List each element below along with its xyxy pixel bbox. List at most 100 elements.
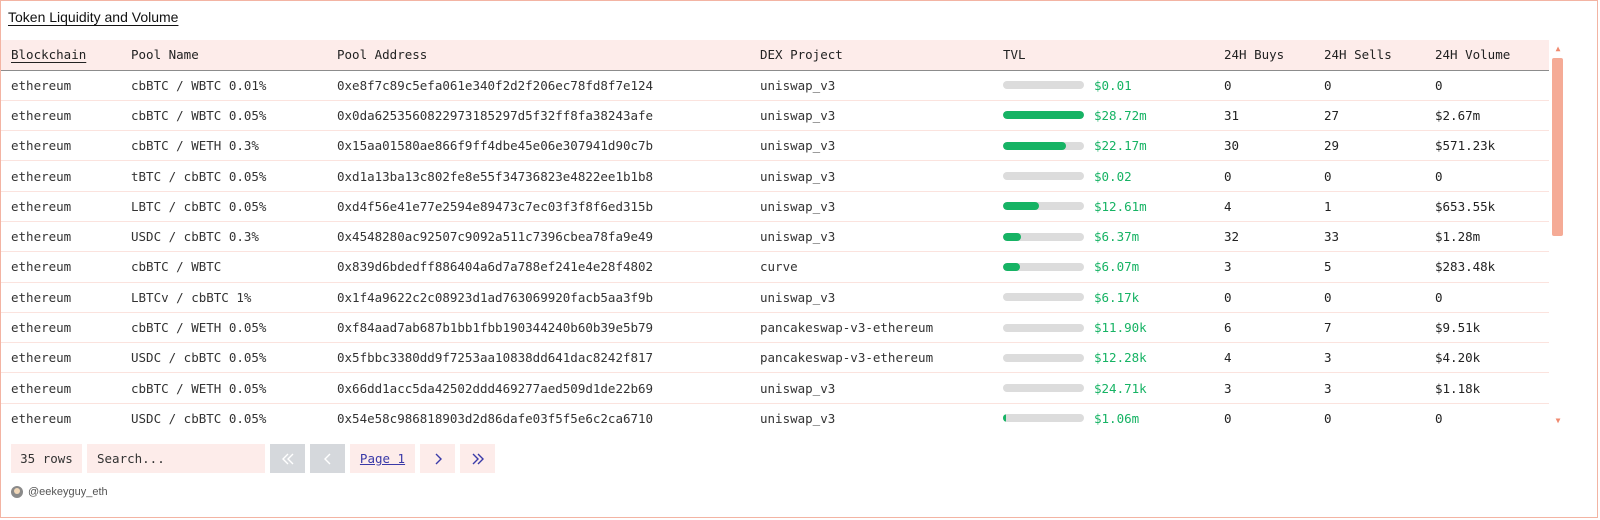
author-handle[interactable]: @eekeyguy_eth [28, 486, 108, 498]
chevron-right-icon [435, 453, 442, 464]
cell-dex-project: pancakeswap-v3-ethereum [750, 342, 993, 374]
column-header-blockchain[interactable]: Blockchain [1, 40, 121, 71]
scrollbar-thumb[interactable] [1552, 58, 1563, 236]
cell-24h-volume: $2.67m [1425, 100, 1549, 132]
cell-tvl: $1.06m [993, 403, 1214, 428]
cell-pool-address: 0xd4f56e41e77e2594e89473c7ec03f3f8f6ed31… [327, 191, 750, 222]
cell-pool-address: 0x4548280ac92507c9092a511c7396cbea78fa9e… [327, 221, 750, 253]
cell-24h-buys: 0 [1214, 70, 1314, 101]
cell-24h-sells: 3 [1314, 372, 1425, 404]
cell-pool-address: 0xf84aad7ab687b1bb1fbb190344240b60b39e5b… [327, 312, 750, 344]
page-indicator[interactable]: Page 1 [350, 444, 415, 473]
last-page-button[interactable] [460, 444, 495, 473]
cell-tvl: $12.61m [993, 191, 1214, 222]
avatar [11, 486, 23, 498]
cell-tvl: $12.28k [993, 342, 1214, 374]
cell-24h-volume: $9.51k [1425, 312, 1549, 344]
tvl-bar [1003, 384, 1084, 393]
cell-blockchain: ethereum [1, 372, 121, 404]
next-page-button[interactable] [420, 444, 455, 473]
cell-pool-name: cbBTC / WETH 0.05% [121, 312, 327, 344]
cell-24h-sells: 0 [1314, 160, 1425, 192]
cell-dex-project: uniswap_v3 [750, 191, 993, 222]
table-row[interactable]: ethereum cbBTC / WETH 0.3% 0x15aa01580ae86… [1, 130, 1549, 162]
cell-24h-buys: 3 [1214, 251, 1314, 283]
footer: @eekeyguy_eth [11, 486, 108, 498]
column-header-pool-address[interactable]: Pool Address [327, 40, 750, 71]
cell-pool-name: cbBTC / WETH 0.3% [121, 130, 327, 162]
cell-pool-address: 0x839d6bdedff886404a6d7a788ef241e4e28f48… [327, 251, 750, 283]
column-header-24h-volume[interactable]: 24H Volume [1425, 40, 1549, 71]
cell-24h-volume: 0 [1425, 403, 1549, 428]
double-chevron-right-icon [472, 453, 484, 464]
cell-dex-project: curve [750, 251, 993, 283]
table-row[interactable]: ethereum cbBTC / WBTC 0.01% 0xe8f7c89c5efa… [1, 70, 1549, 101]
pagination-bar: 35 rows Page 1 [11, 444, 495, 473]
tvl-value: $6.37m [1094, 229, 1140, 245]
cell-dex-project: uniswap_v3 [750, 221, 993, 253]
widget-title: Token Liquidity and Volume [8, 9, 179, 25]
table-row[interactable]: ethereum USDC / cbBTC 0.05% 0x5fbbc3380dd9… [1, 342, 1549, 374]
tvl-bar [1003, 232, 1084, 241]
table-scrollbar[interactable]: ▲ ▼ [1551, 40, 1565, 428]
cell-24h-volume: $1.18k [1425, 372, 1549, 404]
cell-24h-sells: 1 [1314, 191, 1425, 222]
scroll-up-icon[interactable]: ▲ [1551, 44, 1565, 53]
cell-24h-sells: 29 [1314, 130, 1425, 162]
cell-24h-volume: $571.23k [1425, 130, 1549, 162]
column-header-24h-sells[interactable]: 24H Sells [1314, 40, 1425, 71]
cell-pool-name: LBTC / cbBTC 0.05% [121, 191, 327, 222]
first-page-button[interactable] [270, 444, 305, 473]
tvl-value: $6.17k [1094, 289, 1140, 305]
column-header-24h-buys[interactable]: 24H Buys [1214, 40, 1314, 71]
table-row[interactable]: ethereum LBTC / cbBTC 0.05% 0xd4f56e41e77e… [1, 191, 1549, 222]
tvl-bar-fill [1003, 141, 1066, 150]
cell-24h-sells: 33 [1314, 221, 1425, 253]
table-row[interactable]: ethereum cbBTC / WETH 0.05% 0xf84aad7ab687… [1, 312, 1549, 344]
cell-24h-volume: 0 [1425, 160, 1549, 192]
table-row[interactable]: ethereum cbBTC / WBTC 0.05% 0x0da625356082… [1, 100, 1549, 132]
cell-pool-address: 0xe8f7c89c5efa061e340f2d2f206ec78fd8f7e1… [327, 70, 750, 101]
cell-pool-name: USDC / cbBTC 0.05% [121, 403, 327, 428]
cell-blockchain: ethereum [1, 282, 121, 313]
cell-pool-name: USDC / cbBTC 0.3% [121, 221, 327, 253]
search-input[interactable] [87, 444, 265, 473]
cell-dex-project: uniswap_v3 [750, 130, 993, 162]
cell-24h-buys: 4 [1214, 191, 1314, 222]
cell-pool-name: cbBTC / WETH 0.05% [121, 372, 327, 404]
tvl-bar [1003, 141, 1084, 150]
cell-24h-volume: $283.48k [1425, 251, 1549, 283]
tvl-value: $0.02 [1094, 168, 1132, 184]
table-row[interactable]: ethereum USDC / cbBTC 0.05% 0x54e58c986818… [1, 403, 1549, 428]
column-header-tvl[interactable]: TVL [993, 40, 1214, 71]
tvl-bar [1003, 323, 1084, 332]
table-row[interactable]: ethereum cbBTC / WETH 0.05% 0x66dd1acc5da4… [1, 372, 1549, 404]
tvl-bar-fill [1003, 414, 1007, 423]
scroll-down-icon[interactable]: ▼ [1551, 416, 1565, 425]
column-header-dex-project[interactable]: DEX Project [750, 40, 993, 71]
cell-tvl: $28.72m [993, 100, 1214, 132]
tvl-bar [1003, 353, 1084, 362]
cell-24h-volume: 0 [1425, 70, 1549, 101]
cell-24h-sells: 5 [1314, 251, 1425, 283]
table-row[interactable]: ethereum tBTC / cbBTC 0.05% 0xd1a13ba13c80… [1, 160, 1549, 192]
column-header-pool-name[interactable]: Pool Name [121, 40, 327, 71]
cell-24h-buys: 4 [1214, 342, 1314, 374]
table-row[interactable]: ethereum cbBTC / WBTC 0x839d6bdedff886404a… [1, 251, 1549, 283]
row-count: 35 rows [11, 444, 82, 473]
cell-24h-buys: 6 [1214, 312, 1314, 344]
tvl-value: $0.01 [1094, 77, 1132, 93]
table-row[interactable]: ethereum LBTCv / cbBTC 1% 0x1f4a9622c2c089… [1, 282, 1549, 313]
cell-tvl: $6.07m [993, 251, 1214, 283]
tvl-value: $28.72m [1094, 107, 1147, 123]
prev-page-button[interactable] [310, 444, 345, 473]
cell-24h-volume: $4.20k [1425, 342, 1549, 374]
cell-24h-buys: 31 [1214, 100, 1314, 132]
cell-dex-project: uniswap_v3 [750, 160, 993, 192]
cell-pool-address: 0xd1a13ba13c802fe8e55f34736823e4822ee1b1… [327, 160, 750, 192]
pools-table: Blockchain Pool Name Pool Address DEX Pr… [1, 40, 1549, 428]
table-row[interactable]: ethereum USDC / cbBTC 0.3% 0x4548280ac9250… [1, 221, 1549, 253]
tvl-value: $12.28k [1094, 350, 1147, 366]
cell-blockchain: ethereum [1, 191, 121, 222]
cell-pool-address: 0x66dd1acc5da42502ddd469277aed509d1de22b… [327, 372, 750, 404]
